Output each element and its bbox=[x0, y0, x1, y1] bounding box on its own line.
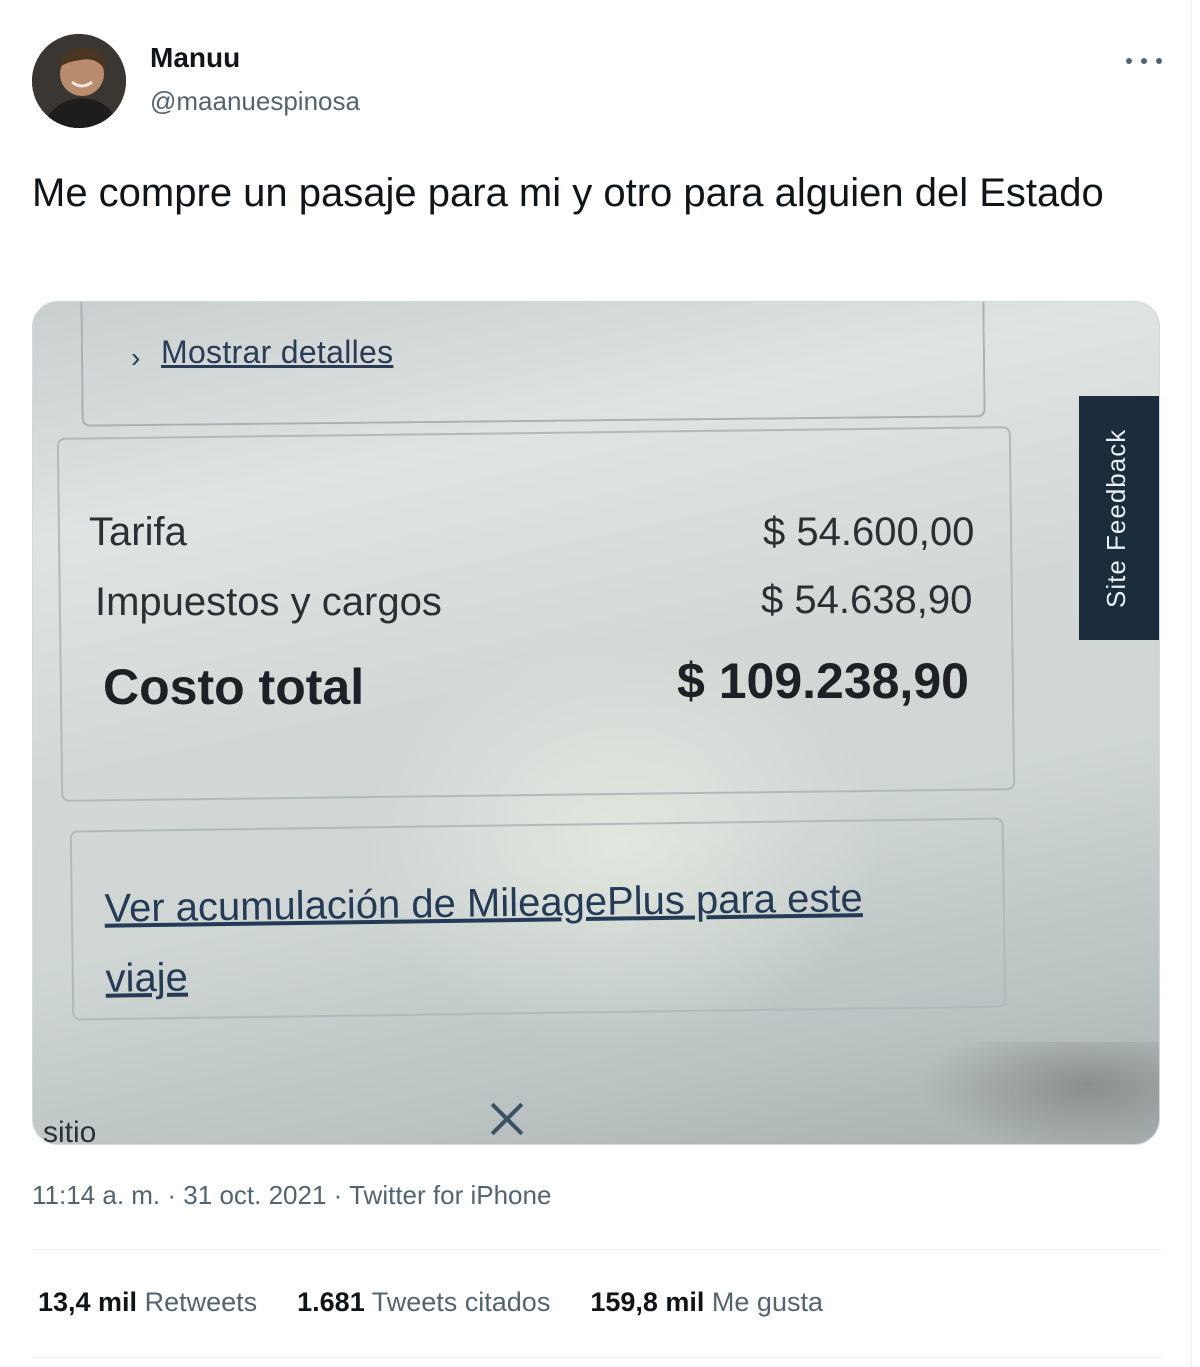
divider bbox=[32, 1249, 1162, 1250]
more-horizontal-icon[interactable] bbox=[1126, 48, 1162, 74]
tweet-source[interactable]: Twitter for iPhone bbox=[349, 1180, 551, 1210]
site-feedback-tab: Site Feedback bbox=[1079, 396, 1159, 640]
meta-separator: · bbox=[333, 1180, 343, 1210]
photo-shadow bbox=[919, 1042, 1159, 1144]
tweet-time[interactable]: 11:14 a. m. bbox=[32, 1180, 160, 1210]
quote-tweets-count: 1.681 bbox=[297, 1287, 365, 1317]
tweet-meta: 11:14 a. m. · 31 oct. 2021 · Twitter for… bbox=[32, 1180, 551, 1211]
likes-count: 159,8 mil bbox=[590, 1287, 705, 1317]
meta-separator: · bbox=[167, 1180, 177, 1210]
fare-value: $ 54.600,00 bbox=[763, 510, 975, 554]
tweet-date[interactable]: 31 oct. 2021 bbox=[183, 1180, 326, 1210]
mileageplus-link: Ver acumulación de MileagePlus para este… bbox=[104, 876, 864, 1001]
tweet-text: Me compre un pasaje para mi y otro para … bbox=[32, 171, 1104, 215]
retweets-label: Retweets bbox=[144, 1287, 258, 1317]
avatar-photo bbox=[32, 34, 126, 128]
author-name[interactable]: Manuu bbox=[150, 42, 240, 74]
quote-tweets-stat[interactable]: 1.681 Tweets citados bbox=[297, 1287, 550, 1318]
fare-label: Tarifa bbox=[89, 510, 187, 554]
tweet-photo[interactable]: › Mostrar detalles Tarifa $ 54.600,00 Im… bbox=[32, 301, 1160, 1145]
taxes-value: $ 54.638,90 bbox=[761, 578, 973, 622]
taxes-label: Impuestos y cargos bbox=[95, 580, 442, 624]
total-value: $ 109.238,90 bbox=[677, 653, 969, 709]
quote-tweets-label: Tweets citados bbox=[371, 1287, 551, 1317]
total-label: Costo total bbox=[103, 659, 365, 715]
tweet-header: Manuu @maanuespinosa bbox=[32, 34, 1162, 134]
tweet-stats: 13,4 mil Retweets 1.681 Tweets citados 1… bbox=[38, 1287, 823, 1318]
likes-label: Me gusta bbox=[711, 1287, 823, 1317]
likes-stat[interactable]: 159,8 mil Me gusta bbox=[590, 1287, 823, 1318]
retweets-stat[interactable]: 13,4 mil Retweets bbox=[38, 1287, 257, 1318]
divider bbox=[32, 1357, 1162, 1358]
site-feedback-label: Site Feedback bbox=[1101, 428, 1131, 608]
retweets-count: 13,4 mil bbox=[38, 1287, 138, 1317]
timeline-border bbox=[1190, 0, 1192, 1367]
author-handle[interactable]: @maanuespinosa bbox=[150, 86, 360, 117]
photo-bottom-fragment: sitio bbox=[43, 1116, 97, 1145]
show-details-link: Mostrar detalles bbox=[161, 334, 394, 370]
chevron-right-icon: › bbox=[131, 342, 141, 373]
avatar[interactable] bbox=[32, 34, 126, 128]
close-icon bbox=[489, 1100, 525, 1136]
